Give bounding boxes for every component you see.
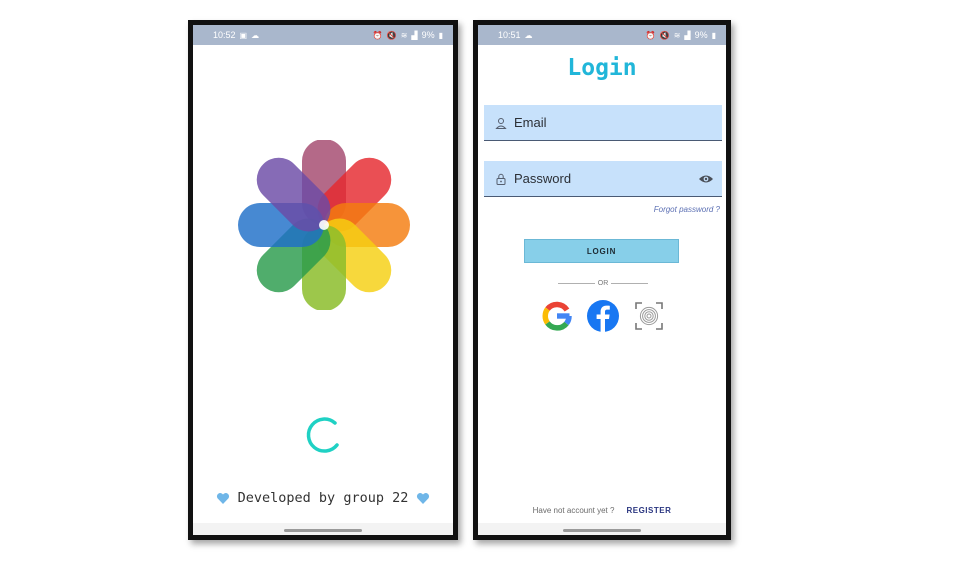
signal-icon: ▟ [411,30,418,40]
home-gesture-handle[interactable] [284,529,362,532]
status-bar: 10:52 ▣ ☁ ⏰ 🔇 ≋ ▟ 9% ▮ [193,25,453,45]
google-icon[interactable] [540,299,574,333]
battery-percent: 9% [694,30,708,40]
home-gesture-handle[interactable] [563,529,641,532]
login-screen-phone: 10:51 ☁ ⏰ 🔇 ≋ ▟ 9% ▮ Login Email Passwor… [473,20,731,540]
wifi-icon: ≋ [400,30,408,40]
email-placeholder: Email [514,115,547,130]
blue-heart-icon [417,492,430,504]
or-text: OR [597,280,609,287]
battery-percent: 9% [421,30,435,40]
password-placeholder: Password [514,171,572,186]
eye-icon[interactable] [698,172,714,186]
forgot-password-link[interactable]: Forgot password ? [654,205,720,214]
lock-icon [496,173,506,185]
splash-screen-phone: 10:52 ▣ ☁ ⏰ 🔇 ≋ ▟ 9% ▮ Developed by grou… [188,20,458,540]
wifi-icon: ≋ [673,30,681,40]
battery-icon: ▮ [711,30,716,40]
photos-flower-logo [238,140,410,310]
social-login-row [540,299,666,333]
navigation-bar [478,523,726,535]
mute-icon: 🔇 [659,30,670,40]
alarm-icon: ⏰ [645,30,656,40]
navigation-bar [193,523,453,535]
developer-text: Developed by group 22 [237,490,409,506]
user-icon [495,117,507,129]
battery-icon: ▮ [438,30,443,40]
developer-credit: Developed by group 22 [193,490,453,506]
blue-heart-icon [216,492,229,504]
page-title: Login [567,55,637,81]
cloud-icon: ☁ [524,30,533,40]
register-link[interactable]: REGISTER [626,506,671,515]
or-divider: OR [558,280,648,287]
no-account-text: Have not account yet ? [532,506,615,515]
register-prompt: Have not account yet ? REGISTER [478,506,726,515]
gallery-notification-icon: ▣ [239,30,248,40]
password-field[interactable]: Password [484,161,722,197]
facebook-icon[interactable] [586,299,620,333]
status-time: 10:52 [213,30,236,40]
status-bar: 10:51 ☁ ⏰ 🔇 ≋ ▟ 9% ▮ [478,25,726,45]
login-button[interactable]: LOGIN [524,239,679,263]
fingerprint-icon[interactable] [632,299,666,333]
email-field[interactable]: Email [484,105,722,141]
signal-icon: ▟ [684,30,691,40]
status-time: 10:51 [498,30,521,40]
alarm-icon: ⏰ [372,30,383,40]
loading-spinner-icon [306,417,339,453]
mute-icon: 🔇 [386,30,397,40]
cloud-icon: ☁ [251,30,260,40]
